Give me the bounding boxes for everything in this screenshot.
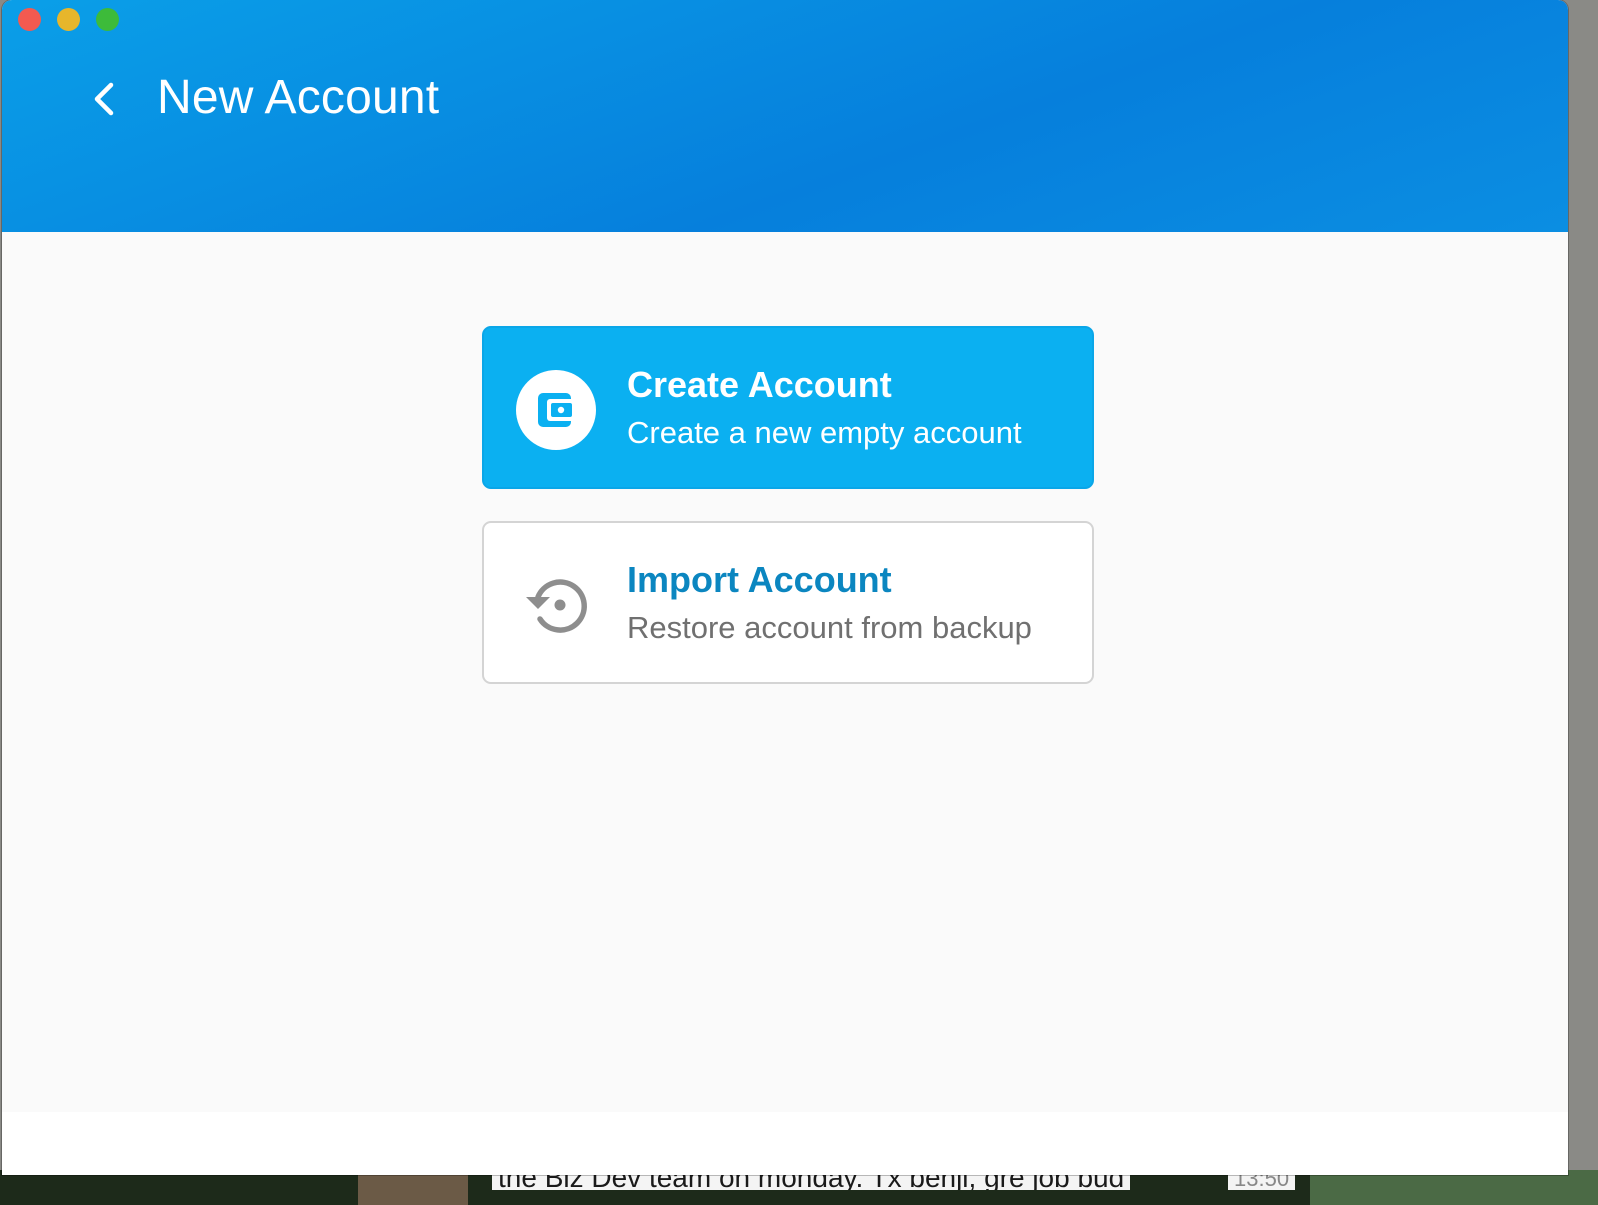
create-account-option[interactable]: Create Account Create a new empty accoun… (482, 326, 1094, 489)
import-account-subtitle: Restore account from backup (627, 610, 1032, 645)
footer-area (2, 1112, 1568, 1175)
create-account-title: Create Account (627, 364, 892, 405)
maximize-window-button[interactable] (96, 8, 119, 31)
desktop-background: the Biz Dev team on monday. Tx benji, gr… (0, 1166, 1598, 1205)
wallet-icon (538, 393, 575, 427)
wallet-icon-badge (516, 370, 596, 450)
back-button[interactable] (80, 74, 128, 124)
close-window-button[interactable] (18, 8, 41, 31)
background-image (1310, 1170, 1598, 1205)
minimize-window-button[interactable] (57, 8, 80, 31)
restore-icon-wrap (516, 565, 596, 645)
background-thumbnail (358, 1170, 468, 1205)
chevron-left-icon (94, 82, 114, 116)
create-account-subtitle: Create a new empty account (627, 415, 1022, 450)
app-header: New Account (2, 0, 1568, 232)
app-window: New Account Create Account Create a new … (2, 0, 1568, 1175)
window-controls (18, 8, 119, 31)
import-account-option[interactable]: Import Account Restore account from back… (482, 521, 1094, 684)
restore-icon (526, 579, 587, 633)
import-account-title: Import Account (627, 559, 892, 600)
page-title: New Account (157, 71, 440, 124)
